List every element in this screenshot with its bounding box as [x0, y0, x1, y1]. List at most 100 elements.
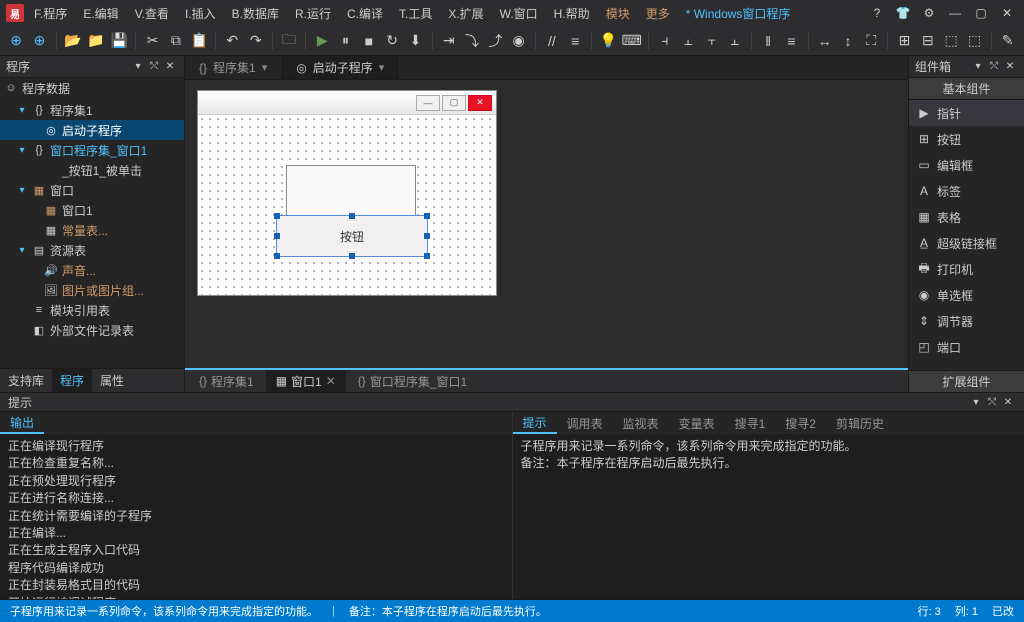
new2-icon[interactable]: ⊕ — [29, 30, 49, 52]
form-max-icon[interactable]: ▢ — [442, 95, 466, 111]
center-bottom-tab[interactable]: {}窗口程序集_窗口1 — [348, 370, 477, 392]
menu-item[interactable]: H.帮助 — [548, 2, 596, 25]
close-panel-icon[interactable]: ✕ — [1000, 394, 1016, 410]
menu-item[interactable]: R.运行 — [289, 2, 337, 25]
download-icon[interactable]: ⬇ — [405, 30, 425, 52]
center-bottom-tab[interactable]: ▦窗口1 ✕ — [266, 370, 346, 392]
help-icon[interactable]: ? — [866, 2, 888, 24]
size-icon[interactable]: ⛶ — [861, 30, 881, 52]
redo-icon[interactable]: ↷ — [246, 30, 266, 52]
maximize-icon[interactable]: ▢ — [970, 2, 992, 24]
component-item[interactable]: ◉单选框 — [909, 282, 1024, 308]
menu-item[interactable]: E.编辑 — [77, 2, 124, 25]
step3-icon[interactable]: ⤴ — [485, 30, 505, 52]
form-min-icon[interactable]: — — [416, 95, 440, 111]
bottom-tab[interactable]: 提示 — [513, 412, 557, 434]
back-icon[interactable]: ⬚ — [964, 30, 984, 52]
paste-icon[interactable]: 📋 — [189, 30, 209, 52]
pause-icon[interactable]: ⏸ — [335, 30, 355, 52]
align-top-icon[interactable]: ⫠ — [725, 30, 745, 52]
menu-item[interactable]: F.程序 — [28, 2, 73, 25]
pin-icon[interactable]: ⤲ — [986, 59, 1002, 75]
bulb-icon[interactable]: 💡 — [598, 30, 618, 52]
kbd-icon[interactable]: ⌨ — [622, 30, 642, 52]
bottom-tab[interactable]: 剪辑历史 — [826, 412, 894, 434]
size-w-icon[interactable]: ↔ — [815, 30, 835, 52]
size-h-icon[interactable]: ↕ — [838, 30, 858, 52]
tree-node[interactable]: ▾{}窗口程序集_窗口1 — [0, 140, 184, 160]
component-item[interactable]: ◰端口 — [909, 334, 1024, 360]
picker-icon[interactable]: ✎ — [998, 30, 1018, 52]
undo-icon[interactable]: ↶ — [222, 30, 242, 52]
menu-more[interactable]: 更多 — [640, 2, 676, 25]
component-item[interactable]: A̲超级链接框 — [909, 230, 1024, 256]
component-item[interactable]: ▶指针 — [909, 100, 1024, 126]
comp-section-header[interactable]: 基本组件 — [909, 78, 1024, 100]
center-v-icon[interactable]: ⊟ — [918, 30, 938, 52]
uncomment-icon[interactable]: ≡ — [565, 30, 585, 52]
button-control[interactable]: 按钮 — [276, 215, 428, 257]
folder-icon[interactable]: 📁 — [86, 30, 106, 52]
component-item[interactable]: 🖶打印机 — [909, 256, 1024, 282]
bottom-tab[interactable]: 变量表 — [669, 412, 725, 434]
center-bottom-tab[interactable]: {}程序集1 — [189, 370, 264, 392]
comp-footer[interactable]: 扩展组件 — [909, 370, 1024, 392]
menu-item[interactable]: T.工具 — [393, 2, 438, 25]
front-icon[interactable]: ⬚ — [941, 30, 961, 52]
menu-item[interactable]: C.编译 — [341, 2, 389, 25]
menu-item[interactable]: B.数据库 — [226, 2, 285, 25]
tree-node[interactable]: ▾{}程序集1 — [0, 100, 184, 120]
gear-icon[interactable]: ⚙ — [918, 2, 940, 24]
tree-node[interactable]: 🔊声音... — [0, 260, 184, 280]
stop-icon[interactable]: ■ — [359, 30, 379, 52]
form-close-icon[interactable]: ✕ — [468, 95, 492, 111]
left-tab[interactable]: 程序 — [52, 369, 92, 392]
close-icon[interactable]: ✕ — [996, 2, 1018, 24]
menu-item[interactable]: I.插入 — [179, 2, 222, 25]
dist-h-icon[interactable]: ‖ — [758, 30, 778, 52]
tree-node[interactable]: ◎启动子程序 — [0, 120, 184, 140]
align-right-icon[interactable]: ⫟ — [701, 30, 721, 52]
component-item[interactable]: ⊞按钮 — [909, 126, 1024, 152]
run-icon[interactable]: ▶ — [312, 30, 332, 52]
cut-icon[interactable]: ✂ — [142, 30, 162, 52]
tree-node[interactable]: ▾▤资源表 — [0, 240, 184, 260]
tree-node[interactable]: ≡模块引用表 — [0, 300, 184, 320]
restart-icon[interactable]: ↻ — [382, 30, 402, 52]
component-item[interactable]: ▦表格 — [909, 204, 1024, 230]
tree-node[interactable]: ▦窗口1 — [0, 200, 184, 220]
tree-node[interactable]: ▦常量表... — [0, 220, 184, 240]
dist-v-icon[interactable]: ≡ — [781, 30, 801, 52]
align-left-icon[interactable]: ⫞ — [655, 30, 675, 52]
bottom-tab[interactable]: 调用表 — [557, 412, 613, 434]
tree-node[interactable]: ◧外部文件记录表 — [0, 320, 184, 340]
menu-modules[interactable]: 模块 — [600, 2, 636, 25]
copy-icon[interactable]: ⧉ — [166, 30, 186, 52]
component-item[interactable]: ⇕调节器 — [909, 308, 1024, 334]
component-item[interactable]: A标签 — [909, 178, 1024, 204]
align-center-icon[interactable]: ⫠ — [678, 30, 698, 52]
left-tab[interactable]: 支持库 — [0, 369, 52, 392]
step2-icon[interactable]: ⤵ — [462, 30, 482, 52]
left-tab[interactable]: 属性 — [92, 369, 132, 392]
close-panel-icon[interactable]: ✕ — [162, 59, 178, 75]
form-body[interactable]: 按钮 — [198, 115, 496, 295]
bottom-tab[interactable]: 监视表 — [613, 412, 669, 434]
minimize-icon[interactable]: — — [944, 2, 966, 24]
menu-item[interactable]: W.窗口 — [494, 2, 544, 25]
menu-item[interactable]: V.查看 — [129, 2, 175, 25]
pin-icon[interactable]: ⤲ — [146, 59, 162, 75]
tab-output[interactable]: 输出 — [0, 412, 44, 434]
build-icon[interactable]: 🗀 — [279, 30, 299, 52]
new-icon[interactable]: ⊕ — [6, 30, 26, 52]
panel-shape[interactable] — [286, 165, 416, 215]
form-designer[interactable]: — ▢ ✕ 按钮 — [185, 80, 908, 370]
center-h-icon[interactable]: ⊞ — [894, 30, 914, 52]
bottom-tab[interactable]: 搜寻2 — [775, 412, 826, 434]
form-window[interactable]: — ▢ ✕ 按钮 — [197, 90, 497, 296]
comment-icon[interactable]: // — [542, 30, 562, 52]
tree-root[interactable]: ☺ 程序数据 — [0, 78, 184, 98]
editor-tab[interactable]: {}程序集1▾ — [185, 56, 282, 79]
open-icon[interactable]: 📂 — [63, 30, 83, 52]
component-item[interactable]: ▭编辑框 — [909, 152, 1024, 178]
